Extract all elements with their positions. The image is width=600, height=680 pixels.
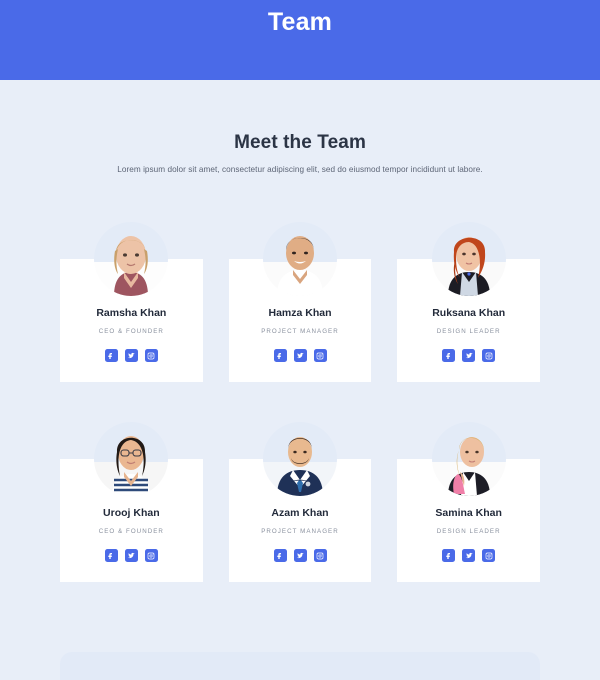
facebook-icon[interactable] bbox=[273, 549, 287, 562]
team-page: Team Meet the Team Lorem ipsum dolor sit… bbox=[0, 0, 600, 680]
instagram-icon[interactable] bbox=[144, 349, 158, 362]
facebook-icon[interactable] bbox=[273, 349, 287, 362]
twitter-icon[interactable] bbox=[462, 549, 476, 562]
member-role: PROJECT MANAGER bbox=[261, 328, 339, 335]
page-title: Team bbox=[267, 8, 333, 36]
member-name: Samina Khan bbox=[435, 507, 502, 519]
social-links bbox=[442, 349, 496, 362]
team-member-card[interactable]: Hamza Khan PROJECT MANAGER bbox=[228, 222, 372, 382]
instagram-icon[interactable] bbox=[313, 349, 327, 362]
intro-section: Meet the Team Lorem ipsum dolor sit amet… bbox=[0, 80, 600, 174]
team-member-card[interactable]: Ruksana Khan DESIGN LEADER bbox=[397, 222, 541, 382]
facebook-icon[interactable] bbox=[104, 549, 118, 562]
member-name: Azam Khan bbox=[271, 507, 329, 519]
twitter-icon[interactable] bbox=[293, 549, 307, 562]
avatar bbox=[431, 422, 506, 496]
social-links bbox=[104, 549, 158, 562]
member-name: Ramsha Khan bbox=[96, 307, 167, 319]
team-row: Urooj Khan CEO & FOUNDER Azam Khan PROJE… bbox=[60, 422, 541, 582]
instagram-icon[interactable] bbox=[482, 349, 496, 362]
facebook-icon[interactable] bbox=[104, 349, 118, 362]
avatar bbox=[431, 222, 506, 296]
member-name: Hamza Khan bbox=[268, 307, 332, 319]
social-links bbox=[273, 549, 327, 562]
avatar bbox=[94, 222, 169, 296]
twitter-icon[interactable] bbox=[124, 349, 138, 362]
team-grid: Ramsha Khan CEO & FOUNDER Hamza Khan PRO… bbox=[0, 222, 600, 582]
member-role: DESIGN LEADER bbox=[436, 528, 501, 535]
section-heading: Meet the Team bbox=[234, 132, 366, 153]
facebook-icon[interactable] bbox=[442, 549, 456, 562]
team-member-card[interactable]: Urooj Khan CEO & FOUNDER bbox=[60, 422, 203, 582]
instagram-icon[interactable] bbox=[313, 549, 327, 562]
member-role: CEO & FOUNDER bbox=[98, 328, 164, 335]
member-name: Urooj Khan bbox=[103, 507, 160, 519]
avatar bbox=[263, 222, 337, 296]
social-links bbox=[442, 549, 496, 562]
team-member-card[interactable]: Ramsha Khan CEO & FOUNDER bbox=[60, 222, 203, 382]
avatar bbox=[94, 422, 169, 496]
site-header: Team bbox=[0, 0, 600, 80]
facebook-icon[interactable] bbox=[442, 349, 456, 362]
team-row: Ramsha Khan CEO & FOUNDER Hamza Khan PRO… bbox=[60, 222, 541, 382]
instagram-icon[interactable] bbox=[144, 549, 158, 562]
instagram-icon[interactable] bbox=[482, 549, 496, 562]
social-links bbox=[104, 349, 158, 362]
twitter-icon[interactable] bbox=[124, 549, 138, 562]
team-member-card[interactable]: Azam Khan PROJECT MANAGER bbox=[228, 422, 372, 582]
member-name: Ruksana Khan bbox=[432, 307, 506, 319]
join-team-cta: Be a Part of Our Team Join Us bbox=[60, 652, 540, 680]
section-subtitle: Lorem ipsum dolor sit amet, consectetur … bbox=[117, 165, 483, 174]
team-member-card[interactable]: Samina Khan DESIGN LEADER bbox=[397, 422, 541, 582]
twitter-icon[interactable] bbox=[462, 349, 476, 362]
social-links bbox=[273, 349, 327, 362]
twitter-icon[interactable] bbox=[293, 349, 307, 362]
member-role: PROJECT MANAGER bbox=[261, 528, 339, 535]
avatar bbox=[263, 422, 337, 496]
member-role: DESIGN LEADER bbox=[436, 328, 501, 335]
member-role: CEO & FOUNDER bbox=[98, 528, 164, 535]
